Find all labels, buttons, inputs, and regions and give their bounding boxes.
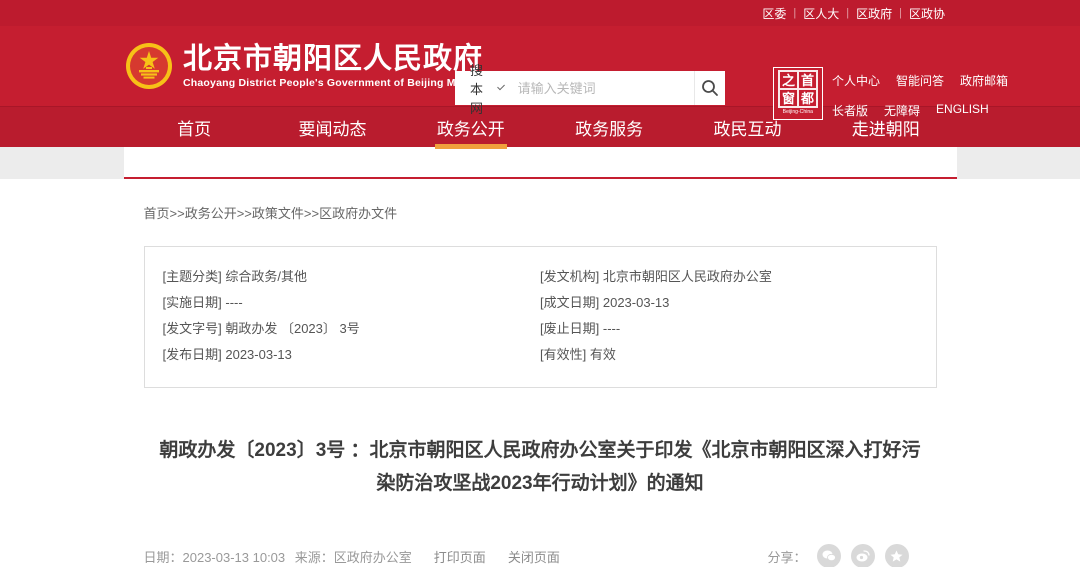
share-label: 分享： — [767, 547, 806, 566]
document-title: 朝政办发〔2023〕3号 ：北京市朝阳区人民政府办公室关于印发《北京市朝阳区深入… — [159, 434, 920, 500]
meta-value: 有效 — [590, 347, 616, 362]
topbar-link-district-committee[interactable]: 区委 — [762, 5, 786, 22]
meta-row-publish-date: [发布日期] 2023-03-13 — [163, 345, 541, 364]
wechat-icon — [822, 550, 836, 562]
breadcrumb-separator: >> — [237, 206, 252, 221]
nav-item-news[interactable]: 要闻动态 — [263, 107, 401, 147]
meta-label: [成文日期] — [540, 295, 599, 310]
site-logo[interactable]: 北京市朝阳区人民政府 Chaoyang District People's Go… — [125, 42, 510, 90]
share-weibo-button[interactable] — [851, 544, 875, 567]
breadcrumb: 首页>>政务公开>>政策文件>>区政府办文件 — [144, 179, 937, 236]
meta-label: [主题分类] — [163, 269, 222, 284]
meta-row-topic: [主题分类] 综合政务/其他 — [163, 267, 541, 286]
breadcrumb-home[interactable]: 首页 — [144, 206, 170, 221]
topbar: 区委 | 区人大 | 区政府 | 区政协 — [0, 0, 1080, 26]
separator: | — [793, 7, 796, 19]
article-info-bar: 日期：2023-03-13 10:03 来源：区政府办公室 打印页面 关闭页面 … — [144, 536, 937, 567]
meta-value: 朝政办发 〔2023〕 3号 — [225, 321, 359, 336]
main-content: 首页>>政务公开>>政策文件>>区政府办文件 [主题分类] 综合政务/其他 [实… — [124, 179, 957, 567]
nav-item-gov-disclosure[interactable]: 政务公开 — [402, 107, 540, 147]
link-gov-mailbox[interactable]: 政府邮箱 — [960, 72, 1008, 89]
meta-column-right: [发文机构] 北京市朝阳区人民政府办公室 [成文日期] 2023-03-13 [… — [540, 267, 918, 371]
share-bar: 分享： — [767, 544, 936, 567]
meta-value: 北京市朝阳区人民政府办公室 — [603, 269, 772, 284]
document-meta-box: [主题分类] 综合政务/其他 [实施日期] ---- [发文字号] 朝政办发 〔… — [144, 246, 937, 388]
meta-value: 综合政务/其他 — [225, 269, 307, 284]
close-page-link[interactable]: 关闭页面 — [508, 547, 560, 566]
capital-window-char: 都 — [798, 89, 817, 107]
meta-row-doc-number: [发文字号] 朝政办发 〔2023〕 3号 — [163, 319, 541, 338]
search-button[interactable] — [694, 71, 725, 105]
meta-label: [发布日期] — [163, 347, 222, 362]
breadcrumb-separator: >> — [304, 206, 319, 221]
separator: | — [899, 7, 902, 19]
meta-value: 2023-03-13 — [225, 347, 292, 362]
search-icon — [701, 79, 719, 97]
weibo-icon — [856, 550, 870, 562]
meta-label: [废止日期] — [540, 321, 599, 336]
meta-row-validity: [有效性] 有效 — [540, 345, 918, 364]
main-nav: 首页 要闻动态 政务公开 政务服务 政民互动 走进朝阳 — [0, 106, 1080, 147]
meta-row-repeal-date: [废止日期] ---- — [540, 319, 918, 338]
national-emblem-icon — [125, 42, 173, 90]
star-icon — [890, 550, 903, 563]
nav-item-about-chaoyang[interactable]: 走进朝阳 — [817, 107, 955, 147]
capital-window-char: 之 — [779, 71, 798, 89]
meta-row-issuing-agency: [发文机构] 北京市朝阳区人民政府办公室 — [540, 267, 918, 286]
meta-row-written-date: [成文日期] 2023-03-13 — [540, 293, 918, 312]
breadcrumb-district-office-docs[interactable]: 区政府办文件 — [319, 206, 397, 221]
capital-window-char: 窗 — [779, 89, 798, 107]
article-date: 日期：2023-03-13 10:03 — [144, 550, 286, 565]
topbar-link-peoples-congress[interactable]: 区人大 — [803, 5, 839, 22]
meta-value: ---- — [603, 321, 620, 336]
search-input[interactable] — [504, 81, 694, 96]
breadcrumb-policy-docs[interactable]: 政策文件 — [252, 206, 304, 221]
separator: | — [846, 7, 849, 19]
topbar-link-district-government[interactable]: 区政府 — [856, 5, 892, 22]
meta-column-left: [主题分类] 综合政务/其他 [实施日期] ---- [发文字号] 朝政办发 〔… — [163, 267, 541, 371]
meta-value: 2023-03-13 — [603, 295, 670, 310]
sub-header-strip — [0, 147, 1080, 179]
nav-item-gov-services[interactable]: 政务服务 — [540, 107, 678, 147]
sub-header-strip-inner — [124, 147, 957, 179]
meta-label: [发文机构] — [540, 269, 599, 284]
site-header: 北京市朝阳区人民政府 Chaoyang District People's Go… — [0, 26, 1080, 106]
nav-item-home[interactable]: 首页 — [125, 107, 263, 147]
link-smart-qa[interactable]: 智能问答 — [896, 72, 944, 89]
article-source: 来源：区政府办公室 — [295, 550, 412, 565]
meta-row-implement-date: [实施日期] ---- — [163, 293, 541, 312]
breadcrumb-gov-disclosure[interactable]: 政务公开 — [185, 206, 237, 221]
capital-window-char: 首 — [798, 71, 817, 89]
meta-label: [发文字号] — [163, 321, 222, 336]
nav-item-interaction[interactable]: 政民互动 — [678, 107, 816, 147]
topbar-link-cppcc[interactable]: 区政协 — [909, 5, 945, 22]
share-more-button[interactable] — [885, 544, 909, 567]
capital-window-grid: 之 首 窗 都 — [778, 70, 818, 108]
print-page-link[interactable]: 打印页面 — [434, 547, 486, 566]
meta-label: [实施日期] — [163, 295, 222, 310]
link-personal-center[interactable]: 个人中心 — [832, 72, 880, 89]
article-info-left: 日期：2023-03-13 10:03 来源：区政府办公室 — [144, 547, 418, 566]
meta-label: [有效性] — [540, 347, 586, 362]
search-bar: 搜本网 — [455, 71, 725, 105]
share-wechat-button[interactable] — [817, 544, 841, 567]
breadcrumb-separator: >> — [170, 206, 185, 221]
meta-value: ---- — [225, 295, 242, 310]
